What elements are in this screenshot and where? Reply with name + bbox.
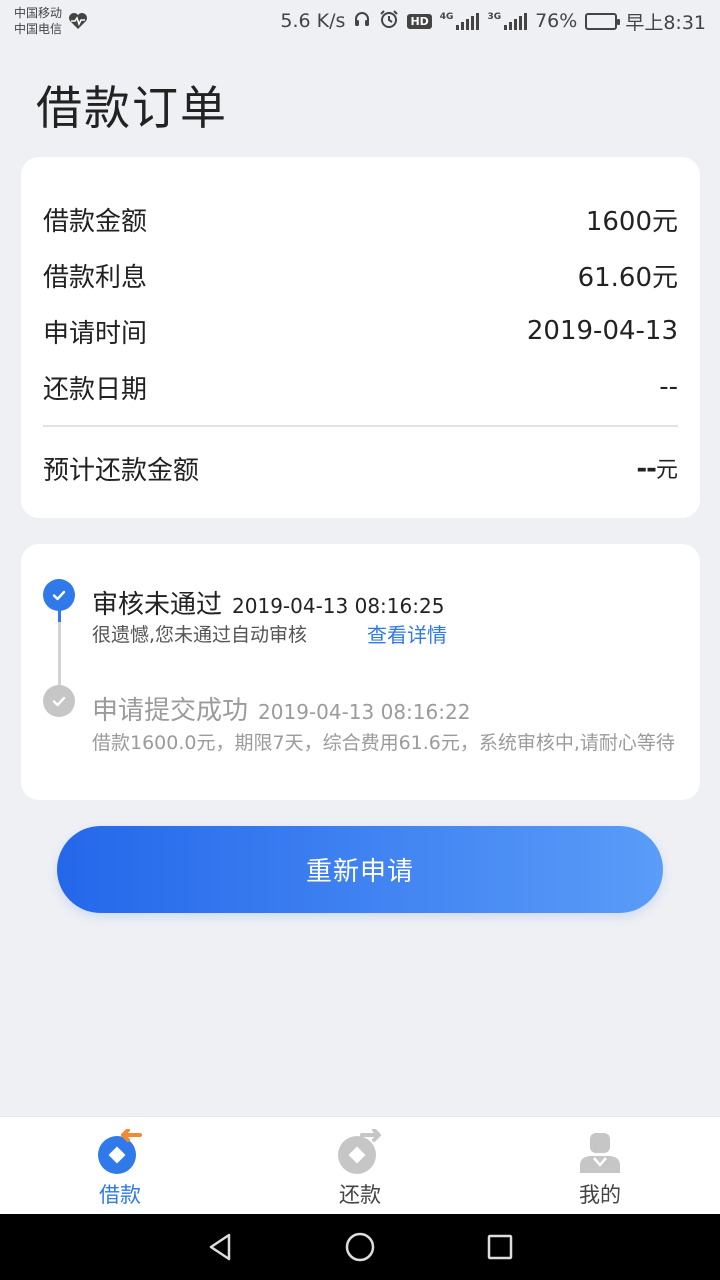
alarm-icon [379, 9, 399, 34]
carrier-info: 中国移动 中国电信 [14, 5, 88, 37]
expected-repay-label: 预计还款金额 [43, 455, 200, 486]
loan-amount-row: 借款金额 1600元 [43, 199, 678, 239]
system-nav-bar [0, 1214, 720, 1280]
step-title: 审核未通过 [92, 590, 223, 620]
apply-time-label: 申请时间 [43, 318, 148, 349]
clock: 早上8:31 [625, 11, 706, 34]
network-speed: 5.6 K/s [280, 10, 346, 32]
signal-icon-3g: 3G [487, 12, 528, 30]
expected-repay-row: 预计还款金额 --元 [43, 448, 678, 488]
loan-interest-label: 借款利息 [43, 262, 148, 293]
check-circle-icon [43, 579, 75, 611]
loan-amount-label: 借款金额 [43, 206, 148, 237]
view-details-link[interactable]: 查看详情 [367, 623, 447, 647]
signal-icon-4g: 4G [440, 12, 480, 30]
step-time: 2019-04-13 08:16:22 [258, 700, 471, 724]
loan-summary-card: 借款金额 1600元 借款利息 61.60元 申请时间 2019-04-13 还… [21, 157, 700, 518]
hd-badge: HD [407, 13, 432, 29]
summary-divider [43, 425, 678, 427]
loan-amount-value: 1600元 [585, 206, 678, 237]
tab-label: 借款 [99, 1183, 141, 1207]
repay-date-label: 还款日期 [43, 374, 148, 405]
tab-label: 还款 [339, 1183, 381, 1207]
repay-date-value: -- [659, 372, 678, 402]
apply-time-value: 2019-04-13 [526, 316, 678, 346]
check-circle-icon [43, 685, 75, 717]
timeline-step-rejected: 审核未通过 2019-04-13 08:16:25 [92, 584, 444, 621]
tab-label: 我的 [579, 1183, 621, 1207]
carrier-primary: 中国移动 [14, 6, 63, 20]
heart-rate-icon [68, 12, 88, 30]
step-description: 很遗憾,您未通过自动审核 [92, 624, 308, 646]
tab-loan[interactable]: 借款 [0, 1117, 240, 1214]
step-title: 申请提交成功 [92, 696, 249, 726]
loan-interest-row: 借款利息 61.60元 [43, 255, 678, 295]
step-description: 借款1600.0元，期限7天，综合费用61.6元，系统审核中,请耐心等待 [92, 732, 675, 754]
recents-icon[interactable] [480, 1227, 520, 1267]
page-title: 借款订单 [36, 81, 228, 135]
status-bar: 中国移动 中国电信 5.6 K/s HD 4G 3G 76% 早上8:31 [0, 0, 720, 42]
tab-repay[interactable]: 还款 [240, 1117, 480, 1214]
reapply-button[interactable]: 重新申请 [57, 826, 663, 913]
apply-time-row: 申请时间 2019-04-13 [43, 311, 678, 351]
back-icon[interactable] [200, 1227, 240, 1267]
timeline-step-submitted: 申请提交成功 2019-04-13 08:16:22 [92, 690, 470, 727]
battery-icon [585, 12, 621, 30]
home-icon[interactable] [340, 1227, 380, 1267]
expected-repay-value: --元 [636, 454, 678, 484]
carrier-secondary: 中国电信 [14, 22, 63, 36]
repay-date-row: 还款日期 -- [43, 367, 678, 407]
review-timeline-card: 审核未通过 2019-04-13 08:16:25 很遗憾,您未通过自动审核 查… [21, 544, 700, 800]
loan-icon [97, 1128, 143, 1175]
profile-icon [577, 1129, 623, 1175]
status-indicators: 5.6 K/s HD 4G 3G 76% 早上8:31 [280, 8, 706, 35]
step-time: 2019-04-13 08:16:25 [232, 594, 445, 618]
repay-icon [337, 1128, 383, 1175]
loan-interest-value: 61.60元 [577, 262, 678, 293]
tab-profile[interactable]: 我的 [480, 1117, 720, 1214]
battery-percent: 76% [535, 10, 578, 32]
headphones-icon [353, 10, 371, 33]
bottom-tab-bar: 借款 还款 我的 [0, 1116, 720, 1214]
